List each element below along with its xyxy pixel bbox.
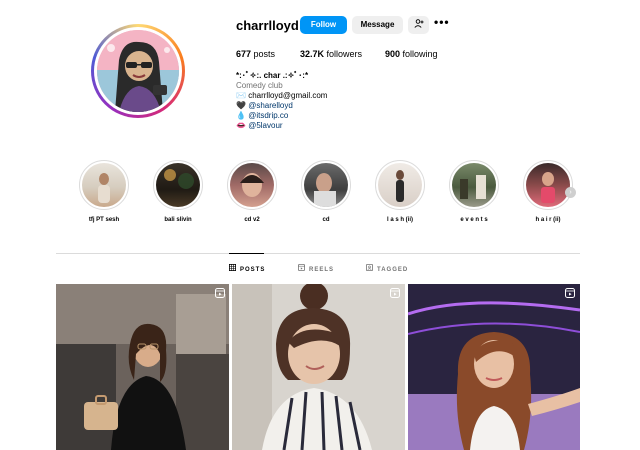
followers-label: followers [324, 49, 363, 59]
post-image [56, 284, 229, 450]
post-thumbnail[interactable] [232, 284, 405, 450]
highlight-ring [79, 160, 129, 210]
highlight-ring [523, 160, 573, 210]
highlights-next-button[interactable]: › [565, 187, 576, 198]
bio-email-line: ✉️ charrlloyd@gmail.com [236, 91, 327, 101]
highlight-ring [153, 160, 203, 210]
highlight-thumbnail [82, 163, 126, 207]
profile-display-name: *:･ﾟ✧:. char .:✧ﾟ･:* [236, 71, 309, 80]
tab-reels[interactable]: REELS [298, 264, 334, 273]
lips-icon: 👄 [236, 121, 246, 130]
droplet-icon: 💧 [236, 111, 246, 120]
posts-label: posts [251, 49, 276, 59]
following-count: 900 [385, 49, 401, 59]
bio-email: charrlloyd@gmail.com [248, 91, 328, 100]
tab-reels-label: REELS [309, 267, 335, 273]
tab-tagged-label: TAGGED [377, 267, 409, 273]
tabs-divider [56, 253, 580, 254]
highlight-item[interactable]: l a s h (ii) [370, 160, 430, 223]
followers-count: 32.7K [300, 49, 325, 59]
highlight-label: cd v2 [244, 217, 260, 223]
tab-posts-label: POSTS [240, 267, 266, 273]
highlight-item[interactable]: cd [296, 160, 356, 223]
bio-line-2: 🖤 @sharelloyd [236, 101, 327, 111]
black-heart-icon: 🖤 [236, 101, 246, 110]
bio-mention-5lavour[interactable]: @5lavour [248, 121, 282, 130]
followers-stat[interactable]: 32.7K followers [300, 49, 362, 59]
suggest-users-button[interactable] [408, 16, 429, 34]
posts-count-stat: 677 posts [236, 49, 275, 59]
highlight-thumbnail [304, 163, 348, 207]
reel-icon [215, 288, 225, 298]
message-button[interactable]: Message [352, 16, 403, 34]
tab-tagged[interactable]: TAGGED [366, 264, 408, 273]
highlight-label: e v e n t s [460, 217, 488, 223]
bio-mention-sharelloyd[interactable]: @sharelloyd [248, 101, 293, 110]
chevron-right-icon: › [569, 189, 572, 196]
post-image [232, 284, 405, 450]
highlight-thumbnail [230, 163, 274, 207]
highlight-ring [301, 160, 351, 210]
tagged-icon [366, 264, 373, 271]
highlight-item[interactable]: bali slivin [148, 160, 208, 223]
post-thumbnail[interactable] [408, 284, 580, 450]
more-options-icon[interactable]: ••• [434, 15, 450, 29]
reel-icon [390, 288, 400, 298]
posts-count: 677 [236, 49, 252, 59]
highlight-thumbnail [526, 163, 570, 207]
avatar [97, 30, 179, 112]
active-tab-indicator [229, 253, 264, 254]
grid-icon [229, 264, 236, 271]
highlight-item[interactable]: e v e n t s [444, 160, 504, 223]
highlight-thumbnail [378, 163, 422, 207]
following-stat[interactable]: 900 following [385, 49, 438, 59]
profile-category: Comedy club [236, 81, 283, 90]
bio-line-3: 💧 @itsdrip.co [236, 111, 327, 121]
highlight-label: tfj PT sesh [88, 217, 120, 223]
follow-button[interactable]: Follow [300, 16, 347, 34]
avatar-illustration [97, 30, 179, 112]
highlight-thumbnail [156, 163, 200, 207]
highlight-label: l a s h (ii) [386, 217, 413, 223]
bio-mention-itsdrip[interactable]: @itsdrip.co [248, 111, 288, 120]
following-label: following [400, 49, 438, 59]
reel-icon [565, 288, 575, 298]
highlight-label: h a i r (ii) [535, 217, 561, 223]
add-user-icon [413, 19, 423, 28]
post-thumbnail[interactable] [56, 284, 229, 450]
bio-line-4: 👄 @5lavour [236, 121, 327, 131]
highlight-label: bali slivin [164, 217, 192, 223]
highlight-thumbnail [452, 163, 496, 207]
highlight-label: cd [322, 217, 330, 223]
reels-icon [298, 264, 305, 271]
highlight-item[interactable]: cd v2 [222, 160, 282, 223]
envelope-icon: ✉️ [236, 91, 246, 100]
highlight-ring [227, 160, 277, 210]
highlight-item[interactable]: tfj PT sesh [74, 160, 134, 223]
profile-username: charrlloyd [236, 18, 299, 33]
tab-posts[interactable]: POSTS [229, 264, 265, 273]
highlight-ring [449, 160, 499, 210]
profile-avatar-ring[interactable] [91, 24, 185, 118]
profile-bio: *:･ﾟ✧:. char .:✧ﾟ･:* Comedy club ✉️ char… [236, 71, 327, 131]
post-image [408, 284, 580, 450]
highlight-ring [375, 160, 425, 210]
